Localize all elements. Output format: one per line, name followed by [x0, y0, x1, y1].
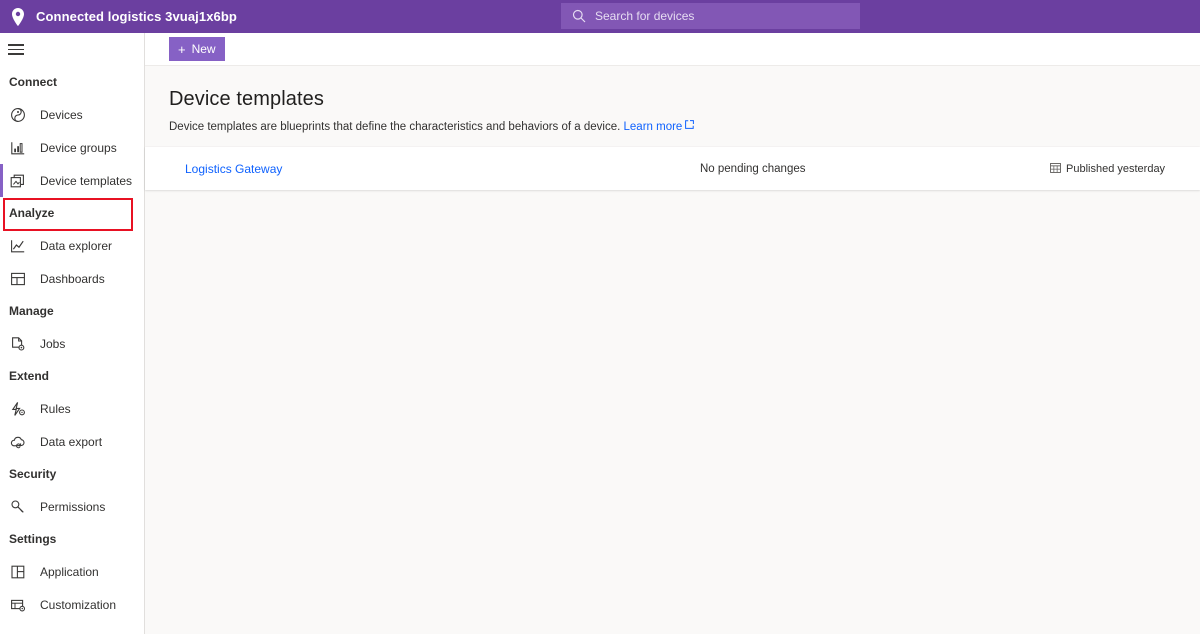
search-input[interactable] [561, 3, 860, 29]
application-icon [9, 563, 27, 581]
sidebar-item-device-groups[interactable]: Device groups [0, 131, 144, 164]
permissions-key-icon [9, 498, 27, 516]
sidebar-section-settings: Settings [0, 523, 144, 555]
new-button-label: New [192, 42, 216, 56]
search-container [561, 3, 860, 29]
template-name-link[interactable]: Logistics Gateway [185, 162, 282, 176]
sidebar-item-device-templates[interactable]: Device templates [0, 164, 144, 197]
hamburger-menu-icon[interactable] [0, 33, 145, 66]
sidebar-item-label: Device groups [40, 141, 117, 155]
devices-icon [9, 106, 27, 124]
sidebar-item-data-explorer[interactable]: Data explorer [0, 229, 144, 262]
page-description-text: Device templates are blueprints that def… [169, 121, 620, 133]
sidebar-section-connect: Connect [0, 66, 144, 98]
sidebar-item-jobs[interactable]: Jobs [0, 327, 144, 360]
sidebar-item-application[interactable]: Application [0, 555, 144, 588]
sidebar-section-analyze: Analyze [0, 197, 144, 229]
calendar-icon [1050, 162, 1061, 176]
hamburger-glyph [8, 44, 24, 55]
sidebar-item-label: Dashboards [40, 272, 105, 286]
sidebar-item-rules[interactable]: Rules [0, 392, 144, 425]
template-status: No pending changes [700, 163, 806, 175]
main-content: + New Device templates Device templates … [145, 33, 1200, 634]
location-pin-icon [0, 0, 36, 33]
dashboards-icon [9, 270, 27, 288]
sidebar-item-label: Jobs [40, 337, 65, 351]
sidebar-item-customization[interactable]: Customization [0, 588, 144, 621]
learn-more-link[interactable]: Learn more [624, 121, 683, 133]
sidebar-section-manage: Manage [0, 295, 144, 327]
sidebar-section-extend: Extend [0, 360, 144, 392]
sidebar-item-label: Application [40, 565, 99, 579]
iot-central-app: Connected logistics 3vuaj1x6bp Connect [0, 0, 1200, 634]
app-title: Connected logistics 3vuaj1x6bp [36, 9, 237, 24]
sidebar-item-label: Data explorer [40, 239, 112, 253]
device-groups-icon [9, 139, 27, 157]
table-row[interactable]: Logistics Gateway No pending changes Pub… [145, 147, 1200, 190]
sidebar-item-dashboards[interactable]: Dashboards [0, 262, 144, 295]
sidebar-item-permissions[interactable]: Permissions [0, 490, 144, 523]
data-export-icon [9, 433, 27, 451]
device-templates-list: Logistics Gateway No pending changes Pub… [145, 147, 1200, 190]
template-published: Published yesterday [1050, 162, 1165, 176]
rules-icon [9, 400, 27, 418]
sidebar-nav: Connect Devices Device groups [0, 33, 145, 634]
top-header-bar: Connected logistics 3vuaj1x6bp [0, 0, 1200, 33]
sidebar-item-label: Devices [40, 108, 83, 122]
template-published-label: Published yesterday [1066, 163, 1165, 175]
external-link-icon [685, 120, 694, 132]
sidebar-item-label: Permissions [40, 500, 105, 514]
data-explorer-icon [9, 237, 27, 255]
command-bar: + New [145, 33, 1200, 66]
plus-icon: + [178, 43, 186, 56]
device-templates-icon [9, 172, 27, 190]
sidebar-item-devices[interactable]: Devices [0, 98, 144, 131]
customization-icon [9, 596, 27, 614]
sidebar-item-label: Data export [40, 435, 102, 449]
sidebar-item-label: Device templates [40, 174, 132, 188]
page-title: Device templates [169, 88, 1176, 111]
sidebar-section-security: Security [0, 458, 144, 490]
sidebar-item-label: Customization [40, 598, 116, 612]
sidebar-item-label: Rules [40, 402, 71, 416]
jobs-icon [9, 335, 27, 353]
page-header: Device templates Device templates are bl… [145, 66, 1200, 133]
sidebar-item-data-export[interactable]: Data export [0, 425, 144, 458]
new-button[interactable]: + New [169, 37, 225, 61]
page-description: Device templates are blueprints that def… [169, 120, 1176, 133]
